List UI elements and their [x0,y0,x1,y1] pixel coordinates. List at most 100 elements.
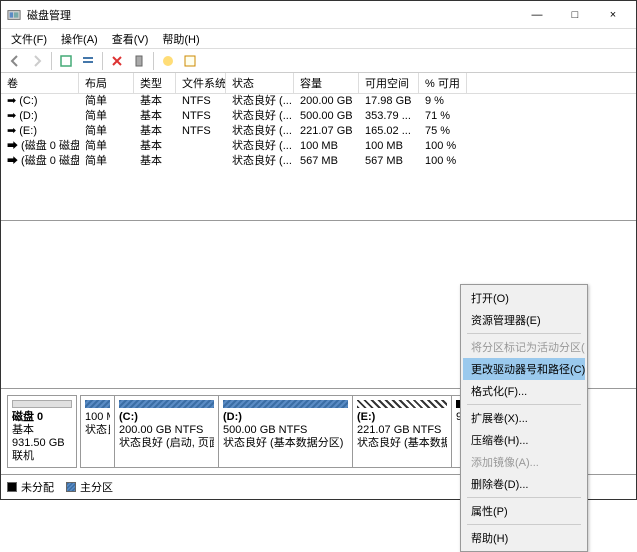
table-cell: 基本 [134,139,176,154]
partition[interactable]: (C:)200.00 GB NTFS状态良好 (启动, 页面文件, 故 [114,395,219,468]
partition-stripe-icon [357,400,447,408]
menubar: 文件(F) 操作(A) 查看(V) 帮助(H) [1,29,636,49]
legend-unallocated: 未分配 [7,479,54,495]
toolbar-sep [51,52,52,70]
app-icon [7,8,21,22]
col-layout[interactable]: 布局 [79,73,134,93]
partition-status: 状态良好 (启动, 页面文件, 故 [119,437,214,450]
delete-button[interactable] [107,51,127,71]
table-cell: 17.98 GB [359,94,419,109]
table-cell: 基本 [134,94,176,109]
table-cell: 567 MB [359,154,419,169]
ctx-help[interactable]: 帮助(H) [463,527,585,549]
window-title: 磁盘管理 [27,7,520,23]
table-cell: 状态良好 (... [226,109,294,124]
table-cell: 100 % [419,154,467,169]
close-button[interactable]: × [596,4,630,26]
ctx-sep [467,497,581,498]
table-row[interactable]: ➡ (C:)简单基本NTFS状态良好 (...200.00 GB17.98 GB… [1,94,636,109]
menu-view[interactable]: 查看(V) [106,30,155,48]
help-button[interactable] [158,51,178,71]
table-row[interactable]: ➡ (磁盘 0 磁盘分区 6)简单基本状态良好 (...567 MB567 MB… [1,154,636,169]
settings-button[interactable] [129,51,149,71]
partition-title: 221.07 GB NTFS [357,424,447,437]
menu-help[interactable]: 帮助(H) [156,30,205,48]
col-free[interactable]: 可用空间 [359,73,419,93]
toolbar [1,49,636,73]
disk-status: 联机 [12,450,72,463]
ctx-explore[interactable]: 资源管理器(E) [463,309,585,331]
menu-action[interactable]: 操作(A) [55,30,104,48]
table-cell: NTFS [176,124,226,139]
table-cell: 71 % [419,109,467,124]
partition[interactable]: (D:)500.00 GB NTFS状态良好 (基本数据分区) [218,395,353,468]
refresh-button[interactable] [56,51,76,71]
minimize-button[interactable]: — [520,4,554,26]
table-cell: ➡ (磁盘 0 磁盘分区 1) [1,139,79,154]
table-cell: ➡ (D:) [1,109,79,124]
table-cell: 221.07 GB [294,124,359,139]
col-fs[interactable]: 文件系统 [176,73,226,93]
col-type[interactable]: 类型 [134,73,176,93]
table-cell: ➡ (E:) [1,124,79,139]
col-volume[interactable]: 卷 [1,73,79,93]
table-header: 卷 布局 类型 文件系统 状态 容量 可用空间 % 可用 [1,73,636,94]
partition-status: 状态良好 (基本数据分区) [223,437,348,450]
partition-title: 200.00 GB NTFS [119,424,214,437]
table-cell: 基本 [134,109,176,124]
toolbar-sep [102,52,103,70]
table-cell: 567 MB [294,154,359,169]
disk-size: 931.50 GB [12,437,72,450]
ctx-sep [467,404,581,405]
col-status[interactable]: 状态 [226,73,294,93]
table-cell [176,154,226,169]
table-cell: 状态良好 (... [226,94,294,109]
partition-stripe-icon [223,400,348,408]
col-capacity[interactable]: 容量 [294,73,359,93]
ctx-delete[interactable]: 删除卷(D)... [463,473,585,495]
view-button[interactable] [78,51,98,71]
table-cell: 简单 [79,139,134,154]
table-cell: 100 % [419,139,467,154]
table-cell: 简单 [79,109,134,124]
maximize-button[interactable]: □ [558,4,592,26]
partition[interactable]: (E:)221.07 GB NTFS状态良好 (基本数据分区) [352,395,452,468]
swatch-blue-icon [66,482,76,492]
table-row[interactable]: ➡ (磁盘 0 磁盘分区 1)简单基本状态良好 (...100 MB100 MB… [1,139,636,154]
partition-status: 状态良好 (基本数据分区) [357,437,447,450]
table-cell: 100 MB [359,139,419,154]
ctx-change-letter[interactable]: 更改驱动器号和路径(C)... [463,358,585,380]
list-button[interactable] [180,51,200,71]
partition-stripe-icon [85,400,110,408]
table-row[interactable]: ➡ (D:)简单基本NTFS状态良好 (...500.00 GB353.79 .… [1,109,636,124]
partition-title: 500.00 GB NTFS [223,424,348,437]
menu-file[interactable]: 文件(F) [5,30,53,48]
ctx-mark-active: 将分区标记为活动分区(M) [463,336,585,358]
toolbar-sep [153,52,154,70]
ctx-extend[interactable]: 扩展卷(X)... [463,407,585,429]
partition-size: 100 MB [85,411,110,424]
col-percent[interactable]: % 可用 [419,73,467,93]
table-cell: 353.79 ... [359,109,419,124]
table-cell: 基本 [134,154,176,169]
partition[interactable]: 100 MB状态良好 (... [80,395,115,468]
table-cell: 75 % [419,124,467,139]
titlebar: 磁盘管理 — □ × [1,1,636,29]
ctx-format[interactable]: 格式化(F)... [463,380,585,402]
disk-type: 基本 [12,424,72,437]
table-cell: 基本 [134,124,176,139]
back-button[interactable] [5,51,25,71]
legend-primary: 主分区 [66,479,113,495]
ctx-open[interactable]: 打开(O) [463,287,585,309]
disk-header[interactable]: 磁盘 0 基本 931.50 GB 联机 [7,395,77,468]
forward-button[interactable] [27,51,47,71]
table-row[interactable]: ➡ (E:)简单基本NTFS状态良好 (...221.07 GB165.02 .… [1,124,636,139]
ctx-properties[interactable]: 属性(P) [463,500,585,522]
table-cell: 9 % [419,94,467,109]
partition-letter: (C:) [119,411,214,424]
table-cell: 状态良好 (... [226,139,294,154]
table-cell: 500.00 GB [294,109,359,124]
table-cell: 简单 [79,94,134,109]
table-cell: 状态良好 (... [226,124,294,139]
ctx-shrink[interactable]: 压缩卷(H)... [463,429,585,451]
